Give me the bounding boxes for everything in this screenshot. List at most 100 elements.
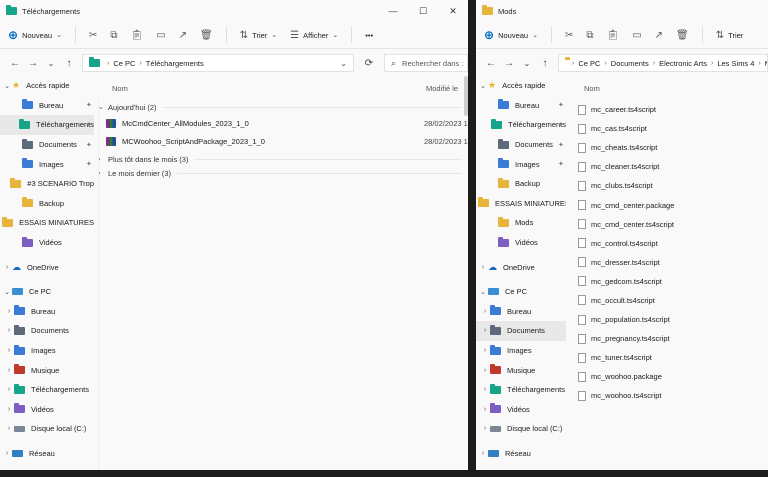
sidebar-item[interactable]: › Réseau — [0, 444, 94, 464]
breadcrumb-this-pc[interactable]: Ce PC — [113, 59, 135, 68]
file-row[interactable]: mc_occult.ts4script — [578, 291, 768, 310]
sidebar-item[interactable]: › Disque local (C:) — [0, 419, 94, 439]
new-button[interactable]: ⊕ Nouveau ⌄ — [484, 28, 538, 42]
back-arrow-icon[interactable]: ← — [482, 58, 500, 69]
sidebar-item[interactable]: › Vidéos — [0, 400, 94, 420]
file-row[interactable]: mc_career.ts4script — [578, 100, 768, 119]
sidebar-item[interactable]: Backup — [476, 174, 566, 194]
share-button[interactable]: ↗ — [179, 30, 187, 41]
paste-button[interactable]: 📋︎ — [131, 30, 144, 41]
up-arrow-icon[interactable]: ↑ — [60, 58, 78, 69]
minimize-button[interactable]: — — [378, 0, 408, 22]
sidebar-item[interactable]: ⌄ Ce PC — [0, 282, 94, 302]
breadcrumb-downloads[interactable]: Téléchargements — [146, 59, 204, 68]
breadcrumb-item[interactable]: Les Sims 4 — [717, 59, 754, 68]
refresh-icon[interactable]: ⟳ — [360, 58, 378, 69]
column-header-modified[interactable]: Modifié le — [426, 84, 458, 93]
expand-chevron-icon[interactable]: › — [480, 367, 490, 374]
sidebar-item[interactable]: › Disque local (C:) — [476, 419, 566, 439]
sidebar-item[interactable]: ESSAIS MINIATURES — [476, 194, 566, 214]
title-bar[interactable]: Mods — [476, 0, 768, 22]
sidebar-item[interactable]: › Réseau — [476, 444, 566, 464]
file-row[interactable]: mc_cmd_center.package — [578, 195, 768, 214]
file-row[interactable]: mc_tuner.ts4script — [578, 348, 768, 367]
sidebar-item[interactable]: › Téléchargements — [0, 380, 94, 400]
expand-chevron-icon[interactable]: › — [478, 264, 488, 271]
maximize-button[interactable]: ☐ — [408, 0, 438, 22]
sidebar-item[interactable]: Images ✦ — [476, 154, 566, 174]
sidebar-item[interactable]: › ☁ OneDrive — [0, 257, 94, 277]
sidebar-item[interactable]: ⌄ ★ Accès rapide — [0, 76, 94, 96]
expand-chevron-icon[interactable]: ⌄ — [2, 82, 12, 90]
sort-button[interactable]: ⇅ Trier ⌄ — [240, 30, 277, 41]
search-box[interactable]: ⌕ Rechercher dans : — [384, 54, 468, 72]
sidebar-item[interactable]: Mods — [476, 213, 566, 233]
sidebar-item[interactable]: Images ✦ — [0, 154, 94, 174]
file-row[interactable]: mc_population.ts4script — [578, 310, 768, 329]
recent-chevron-icon[interactable]: ⌄ — [42, 59, 60, 68]
breadcrumb-item[interactable]: Electronic Arts — [659, 59, 707, 68]
expand-chevron-icon[interactable]: ⌄ — [478, 82, 488, 90]
breadcrumb-item[interactable]: Documents — [611, 59, 649, 68]
file-row[interactable]: mc_gedcom.ts4script — [578, 272, 768, 291]
sidebar-item[interactable]: › Images — [476, 341, 566, 361]
group-header[interactable]: ⌄ Aujourd'hui (2) — [94, 100, 468, 114]
column-header-name[interactable]: Nom — [112, 84, 128, 93]
delete-button[interactable]: 🗑︎ — [676, 30, 689, 41]
address-dropdown-icon[interactable]: ⌄ — [340, 59, 347, 68]
group-header[interactable]: › Le mois dernier (3) — [94, 166, 468, 180]
sort-button[interactable]: ⇅ Trier — [716, 30, 744, 41]
title-bar[interactable]: Téléchargements — ☐ ✕ — [0, 0, 468, 22]
file-row[interactable]: mc_control.ts4script — [578, 234, 768, 253]
expand-chevron-icon[interactable]: › — [480, 386, 490, 393]
sidebar-item[interactable]: › Vidéos — [476, 400, 566, 420]
expand-chevron-icon[interactable]: › — [4, 308, 14, 315]
expand-chevron-icon[interactable]: › — [478, 450, 488, 457]
column-header-name[interactable]: Nom — [584, 84, 600, 93]
file-row[interactable]: mc_cmd_center.ts4script — [578, 215, 768, 234]
file-row[interactable]: McCmdCenter_AllModules_2023_1_0 28/02/202… — [94, 114, 468, 132]
file-row[interactable]: MCWoohoo_ScriptAndPackage_2023_1_0 28/02/… — [94, 132, 468, 150]
expand-chevron-icon[interactable]: › — [2, 450, 12, 457]
expand-chevron-icon[interactable]: › — [4, 367, 14, 374]
copy-button[interactable]: ⧉ — [586, 30, 593, 41]
sidebar-item[interactable]: › ☁ OneDrive — [476, 257, 566, 277]
sidebar-item[interactable]: ⌄ ★ Accès rapide — [476, 76, 566, 96]
paste-button[interactable]: 📋︎ — [607, 30, 620, 41]
sidebar-item[interactable]: Backup — [0, 194, 94, 214]
expand-chevron-icon[interactable]: › — [4, 425, 14, 432]
sidebar-item[interactable]: Vidéos — [476, 233, 566, 253]
expand-chevron-icon[interactable]: › — [480, 347, 490, 354]
group-header[interactable]: › Plus tôt dans le mois (3) — [94, 152, 468, 166]
expand-chevron-icon[interactable]: ⌄ — [2, 288, 12, 296]
sidebar-item[interactable]: › Bureau — [476, 302, 566, 322]
sidebar-item[interactable]: Bureau ✦ — [0, 96, 94, 116]
copy-button[interactable]: ⧉ — [110, 30, 117, 41]
sidebar-item[interactable]: › Documents — [0, 321, 94, 341]
sidebar-item[interactable]: Vidéos — [0, 233, 94, 253]
expand-chevron-icon[interactable]: › — [4, 386, 14, 393]
sidebar-item[interactable]: › Documents — [476, 321, 566, 341]
file-row[interactable]: mc_dresser.ts4script — [578, 253, 768, 272]
new-button[interactable]: ⊕ Nouveau ⌄ — [8, 28, 62, 42]
sidebar-item[interactable]: Bureau ✦ — [476, 96, 566, 116]
sidebar-item[interactable]: Documents ✦ — [476, 135, 566, 155]
expand-chevron-icon[interactable]: › — [4, 327, 14, 334]
expand-chevron-icon[interactable]: ⌄ — [478, 288, 488, 296]
rename-button[interactable]: ▭ — [632, 30, 641, 41]
cut-button[interactable]: ✂ — [89, 30, 97, 41]
forward-arrow-icon[interactable]: → — [24, 58, 42, 69]
sidebar-item[interactable]: › Musique — [0, 360, 94, 380]
sidebar-item[interactable]: Téléchargements ✦ — [0, 115, 94, 135]
sidebar-item[interactable]: ESSAIS MINIATURES — [0, 213, 94, 233]
address-bar[interactable]: › Ce PC › Téléchargements ⌄ — [82, 54, 354, 72]
forward-arrow-icon[interactable]: → — [500, 58, 518, 69]
expand-chevron-icon[interactable]: › — [480, 425, 490, 432]
expand-chevron-icon[interactable]: › — [480, 308, 490, 315]
delete-button[interactable]: 🗑︎ — [200, 30, 213, 41]
file-row[interactable]: mc_cleaner.ts4script — [578, 157, 768, 176]
recent-chevron-icon[interactable]: ⌄ — [518, 59, 536, 68]
sidebar-item[interactable]: › Musique — [476, 360, 566, 380]
up-arrow-icon[interactable]: ↑ — [536, 58, 554, 69]
expand-chevron-icon[interactable]: › — [480, 406, 490, 413]
